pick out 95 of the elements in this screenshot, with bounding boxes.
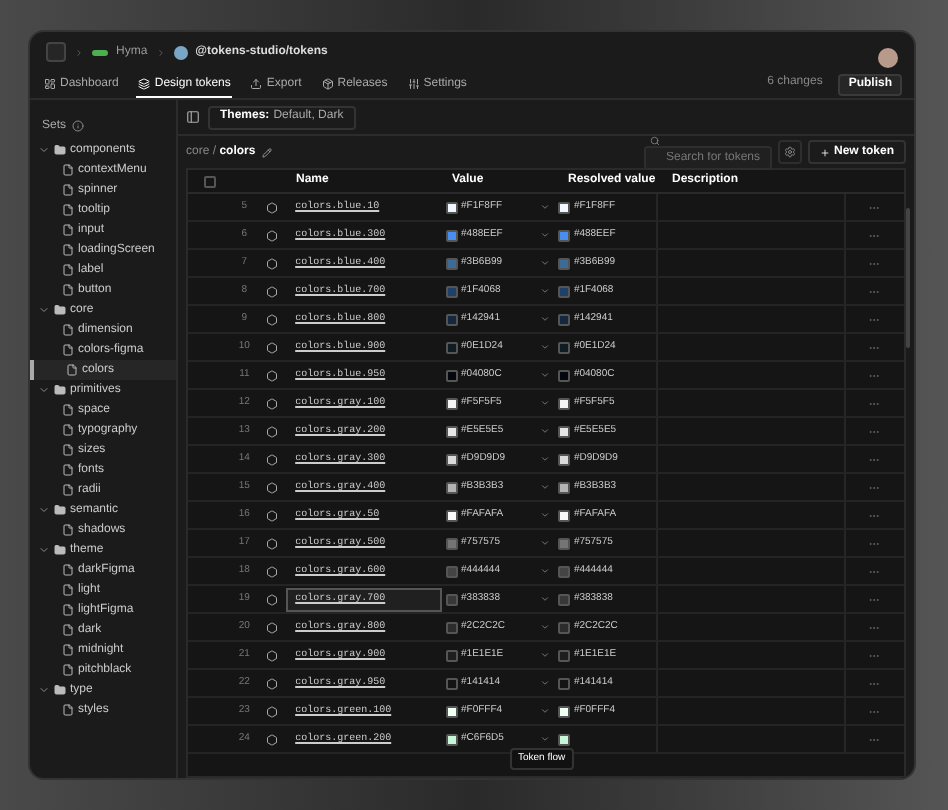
file-icon: [62, 664, 74, 676]
chevron-icon[interactable]: [38, 504, 50, 516]
chevron-icon[interactable]: [539, 706, 550, 716]
file-icon: [62, 224, 74, 236]
token-icon: [265, 509, 278, 521]
tab-icon: [250, 78, 263, 90]
repo-avatar-icon: [173, 45, 188, 59]
token-icon: [265, 677, 278, 689]
chevron-icon[interactable]: [539, 734, 550, 744]
settings-button[interactable]: [777, 140, 802, 164]
token-icon: [265, 453, 278, 465]
chevron-icon[interactable]: [539, 482, 550, 492]
file-icon: [62, 164, 74, 176]
token-icon: [265, 705, 278, 717]
chevron-icon[interactable]: [539, 398, 550, 408]
token-icon: [265, 285, 278, 297]
token-icon: [265, 369, 278, 381]
tab-icon: [321, 78, 334, 90]
chevron-icon[interactable]: [539, 258, 550, 268]
token-icon: [265, 481, 278, 493]
file-icon: [62, 644, 74, 656]
chevron-icon[interactable]: [539, 650, 550, 660]
panel-toggle-icon[interactable]: [186, 110, 200, 124]
chevron-icon: [74, 47, 84, 57]
folder-icon: [54, 684, 66, 696]
file-icon: [62, 584, 74, 596]
tab-icon: [44, 78, 56, 90]
chevron-icon[interactable]: [539, 566, 550, 576]
chevron-icon[interactable]: [539, 622, 550, 632]
user-avatar[interactable]: [878, 48, 898, 68]
token-icon: [265, 565, 278, 577]
chevron-icon[interactable]: [539, 342, 550, 352]
file-icon: [62, 564, 74, 576]
file-icon: [62, 464, 74, 476]
file-icon: [62, 524, 74, 536]
chevron-icon[interactable]: [539, 286, 550, 296]
chevron-icon[interactable]: [38, 544, 50, 556]
folder-icon: [54, 304, 66, 316]
file-icon: [62, 284, 74, 296]
chevron-icon[interactable]: [539, 370, 550, 380]
sidebar-toggle-icon[interactable]: [46, 42, 66, 62]
token-icon: [265, 201, 278, 213]
chevron-icon: [155, 47, 166, 57]
token-icon: [265, 341, 278, 353]
token-icon: [265, 733, 278, 745]
chevron-icon[interactable]: [539, 230, 550, 240]
token-icon: [265, 537, 278, 549]
file-icon: [62, 324, 74, 336]
file-icon: [62, 604, 74, 616]
chevron-icon[interactable]: [539, 678, 550, 688]
token-icon: [265, 593, 278, 605]
chevron-icon[interactable]: [38, 304, 50, 316]
org-logo-icon: [92, 49, 108, 55]
file-icon: [62, 204, 74, 216]
chevron-icon[interactable]: [539, 594, 550, 604]
file-icon: [62, 704, 74, 716]
chevron-icon[interactable]: [38, 384, 50, 396]
select-all-checkbox[interactable]: [204, 175, 216, 187]
info-icon[interactable]: [72, 120, 85, 132]
chevron-icon[interactable]: [539, 538, 550, 548]
file-icon: [62, 264, 74, 276]
folder-icon: [54, 504, 66, 516]
chevron-icon[interactable]: [38, 144, 50, 156]
file-icon: [66, 364, 78, 376]
file-icon: [62, 444, 74, 456]
search-icon: [649, 135, 660, 145]
token-icon: [265, 397, 278, 409]
folder-icon: [54, 544, 66, 556]
file-icon: [62, 404, 74, 416]
token-icon: [265, 313, 278, 325]
file-icon: [62, 344, 74, 356]
chevron-icon[interactable]: [539, 202, 550, 212]
token-icon: [265, 649, 278, 661]
folder-icon: [54, 384, 66, 396]
plus-icon: [819, 147, 830, 157]
file-icon: [62, 244, 74, 256]
chevron-icon[interactable]: [539, 426, 550, 436]
token-icon: [265, 621, 278, 633]
edit-icon[interactable]: [261, 147, 272, 157]
settings-icon: [783, 146, 796, 158]
tab-icon: [138, 78, 151, 90]
file-icon: [62, 484, 74, 496]
token-icon: [265, 425, 278, 437]
chevron-icon[interactable]: [38, 684, 50, 696]
token-icon: [265, 257, 278, 269]
chevron-icon[interactable]: [539, 510, 550, 520]
chevron-icon[interactable]: [539, 454, 550, 464]
file-icon: [62, 424, 74, 436]
folder-icon: [54, 144, 66, 156]
file-icon: [62, 624, 74, 636]
token-icon: [265, 229, 278, 241]
scrollbar: [906, 208, 910, 348]
chevron-icon[interactable]: [539, 314, 550, 324]
tab-icon: [407, 78, 420, 90]
file-icon: [62, 184, 74, 196]
